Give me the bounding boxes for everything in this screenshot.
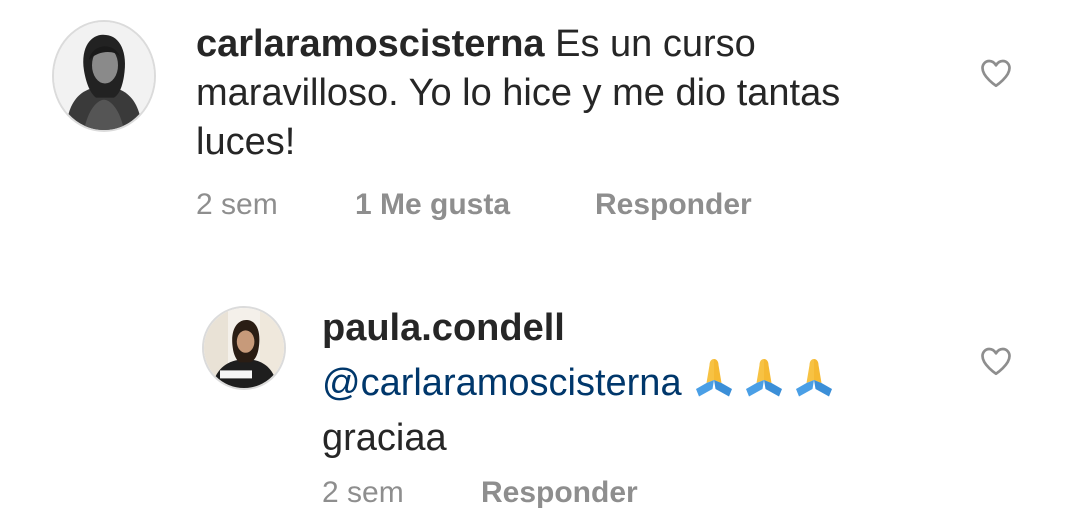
avatar-carlaramoscisterna[interactable] (52, 20, 156, 132)
comment-username[interactable]: carlaramoscisterna (196, 23, 545, 65)
folded-hands-emoji (790, 353, 838, 401)
avatar-paula-condell[interactable] (202, 306, 286, 390)
reply-body: paula.condell @carlaramoscisterna gracia… (322, 304, 922, 463)
comment-likes-count[interactable]: 1 Me gusta (355, 188, 510, 222)
heart-outline-icon[interactable] (978, 343, 1014, 379)
reply-time[interactable]: 2 sem (322, 476, 404, 510)
heart-outline-icon[interactable] (978, 55, 1014, 91)
comment-body: carlaramoscisterna Es un curso maravillo… (196, 20, 936, 167)
reply-username[interactable]: paula.condell (322, 304, 922, 353)
comment-time[interactable]: 2 sem (196, 188, 278, 222)
reply-text: graciaa (322, 417, 447, 459)
mention-link[interactable]: @carlaramoscisterna (322, 362, 682, 404)
folded-hands-emoji (690, 353, 738, 401)
reply-button[interactable]: Responder (595, 188, 752, 222)
emoji-group (690, 353, 840, 414)
reply-button[interactable]: Responder (481, 476, 638, 510)
folded-hands-emoji (740, 353, 788, 401)
